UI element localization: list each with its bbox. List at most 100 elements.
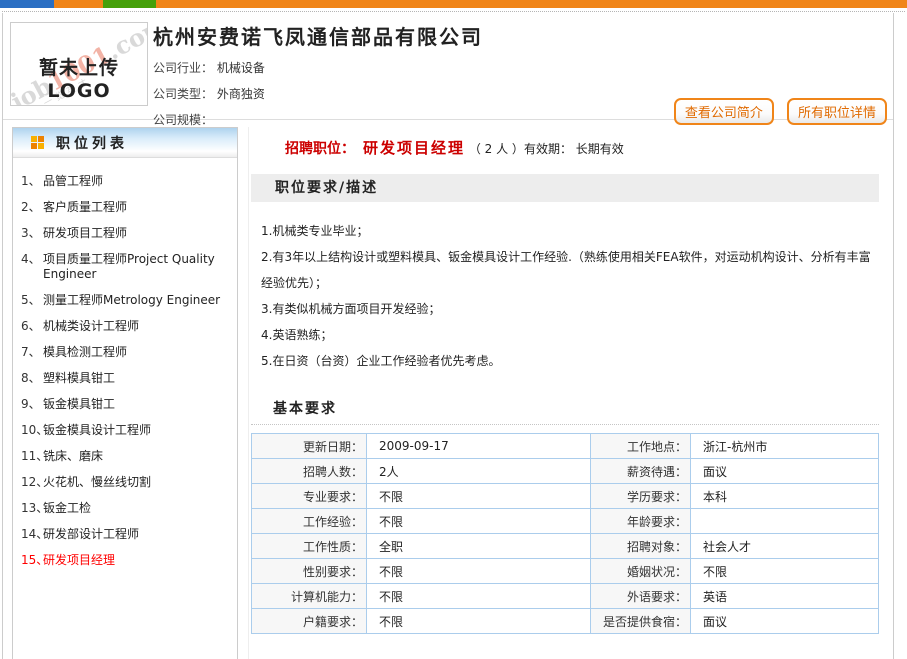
topbar-orange-segment	[54, 0, 103, 8]
item-number: 7、	[15, 345, 43, 360]
item-label: 火花机、慢丝线切割	[43, 475, 231, 490]
view-company-profile-button[interactable]: 查看公司简介	[674, 98, 774, 125]
row-value	[691, 509, 879, 534]
dotted-divider	[251, 424, 879, 425]
field-label: 公司行业：	[153, 61, 213, 75]
item-label: 铣床、磨床	[43, 449, 231, 464]
job-list-sidebar: 职位列表 1、品管工程师 2、客户质量工程师 3、研发项目工程师 4、项目质量工…	[12, 127, 238, 659]
job-list-item[interactable]: 10、钣金模具设计工程师	[15, 423, 231, 438]
job-title-row: 招聘职位： 研发项目经理 （ 2 人 ）有效期： 长期有效	[285, 137, 879, 158]
row-value: 面议	[691, 609, 879, 634]
job-list-item[interactable]: 2、客户质量工程师	[15, 200, 231, 215]
row-value: 不限	[367, 584, 591, 609]
job-list-item[interactable]: 13、钣金工检	[15, 501, 231, 516]
validity-value: 长期有效	[576, 142, 624, 156]
field-label: 公司类型：	[153, 87, 213, 101]
job-list-item[interactable]: 5、测量工程师Metrology Engineer	[15, 293, 231, 308]
no-logo-label: 暂未上传LOGO	[11, 53, 147, 102]
row-value: 本科	[691, 484, 879, 509]
job-list: 1、品管工程师 2、客户质量工程师 3、研发项目工程师 4、项目质量工程师Pro…	[13, 158, 237, 568]
row-value: 浙江-杭州市	[691, 434, 879, 459]
recruit-position-label: 招聘职位：	[285, 141, 355, 157]
validity-label: 有效期：	[524, 142, 572, 156]
job-list-header: 职位列表	[13, 128, 237, 158]
item-label: 模具检测工程师	[43, 345, 231, 360]
item-label: 钣金模具设计工程师	[43, 423, 231, 438]
item-number: 9、	[15, 397, 43, 412]
job-list-item[interactable]: 4、项目质量工程师Project Quality Engineer	[15, 252, 231, 282]
row-value: 不限	[367, 509, 591, 534]
table-row: 工作经验： 不限 年龄要求：	[252, 509, 879, 534]
job-title: 研发项目经理	[363, 139, 465, 157]
field-label: 公司规模：	[153, 113, 213, 127]
job-list-item[interactable]: 1、品管工程师	[15, 174, 231, 189]
item-label: 钣金工检	[43, 501, 231, 516]
item-label: 研发项目经理	[43, 553, 231, 568]
row-label: 更新日期：	[252, 434, 367, 459]
row-value: 全职	[367, 534, 591, 559]
requirement-line: 3.有类似机械方面项目开发经验；	[261, 296, 871, 322]
row-label: 计算机能力：	[252, 584, 367, 609]
item-number: 11、	[15, 449, 43, 464]
job-list-item[interactable]: 7、模具检测工程师	[15, 345, 231, 360]
job-list-item-current[interactable]: 15、研发项目经理	[15, 553, 231, 568]
item-label: 品管工程师	[43, 174, 231, 189]
row-label: 外语要求：	[591, 584, 691, 609]
main-area: 职位列表 1、品管工程师 2、客户质量工程师 3、研发项目工程师 4、项目质量工…	[3, 120, 893, 659]
item-number: 5、	[15, 293, 43, 308]
table-row: 专业要求： 不限 学历要求： 本科	[252, 484, 879, 509]
top-color-bar	[0, 0, 907, 8]
item-label: 研发部设计工程师	[43, 527, 231, 542]
headcount: （ 2 人 ）	[469, 142, 524, 156]
row-value: 不限	[367, 484, 591, 509]
row-label: 招聘人数：	[252, 459, 367, 484]
row-label: 工作性质：	[252, 534, 367, 559]
job-list-item[interactable]: 9、钣金模具钳工	[15, 397, 231, 412]
row-label: 薪资待遇：	[591, 459, 691, 484]
row-value: 不限	[367, 559, 591, 584]
basic-requirements-table: 更新日期： 2009-09-17 工作地点： 浙江-杭州市 招聘人数： 2人 薪…	[251, 433, 879, 634]
row-label: 专业要求：	[252, 484, 367, 509]
job-list-item[interactable]: 14、研发部设计工程师	[15, 527, 231, 542]
squares-icon	[31, 136, 44, 149]
company-industry-row: 公司行业： 机械设备	[153, 59, 893, 76]
requirement-line: 5.在日资（台资）企业工作经验者优先考虑。	[261, 348, 871, 374]
company-header: job1001.com 一览英才 暂未上传LOGO 杭州安费诺飞凤通信部品有限公…	[3, 13, 893, 120]
row-value: 不限	[367, 609, 591, 634]
row-value: 2人	[367, 459, 591, 484]
header-buttons: 查看公司简介 所有职位详情	[666, 98, 887, 125]
job-list-title: 职位列表	[56, 133, 128, 153]
all-jobs-button[interactable]: 所有职位详情	[787, 98, 887, 125]
topbar-orange-segment-long	[156, 0, 907, 8]
field-value: 机械设备	[217, 61, 265, 75]
requirements-section-header: 职位要求/描述	[251, 174, 879, 202]
row-value: 英语	[691, 584, 879, 609]
item-number: 14、	[15, 527, 43, 542]
topbar-blue-segment	[0, 0, 54, 8]
table-row: 更新日期： 2009-09-17 工作地点： 浙江-杭州市	[252, 434, 879, 459]
job-detail-panel: 招聘职位：研发项目经理 （ 2 人 ）有效期： 长期有效 职位要求/描述 1.机…	[248, 127, 879, 659]
page-container: job1001.com 一览英才 暂未上传LOGO 杭州安费诺飞凤通信部品有限公…	[2, 13, 894, 659]
item-number: 15、	[15, 553, 43, 568]
job-list-item[interactable]: 6、机械类设计工程师	[15, 319, 231, 334]
company-name: 杭州安费诺飞凤通信部品有限公司	[153, 21, 893, 50]
row-value: 不限	[691, 559, 879, 584]
row-label: 工作经验：	[252, 509, 367, 534]
item-number: 3、	[15, 226, 43, 241]
basic-requirements-title: 基本要求	[273, 398, 879, 418]
row-label: 婚姻状况：	[591, 559, 691, 584]
item-number: 13、	[15, 501, 43, 516]
table-row: 性别要求： 不限 婚姻状况： 不限	[252, 559, 879, 584]
item-number: 1、	[15, 174, 43, 189]
item-number: 8、	[15, 371, 43, 386]
job-list-item[interactable]: 11、铣床、磨床	[15, 449, 231, 464]
table-row: 户籍要求： 不限 是否提供食宿： 面议	[252, 609, 879, 634]
row-label: 性别要求：	[252, 559, 367, 584]
item-label: 钣金模具钳工	[43, 397, 231, 412]
job-list-item[interactable]: 3、研发项目工程师	[15, 226, 231, 241]
row-value: 社会人才	[691, 534, 879, 559]
field-value: 外商独资	[217, 87, 265, 101]
job-list-item[interactable]: 8、塑料模具钳工	[15, 371, 231, 386]
row-label: 是否提供食宿：	[591, 609, 691, 634]
job-list-item[interactable]: 12、火花机、慢丝线切割	[15, 475, 231, 490]
